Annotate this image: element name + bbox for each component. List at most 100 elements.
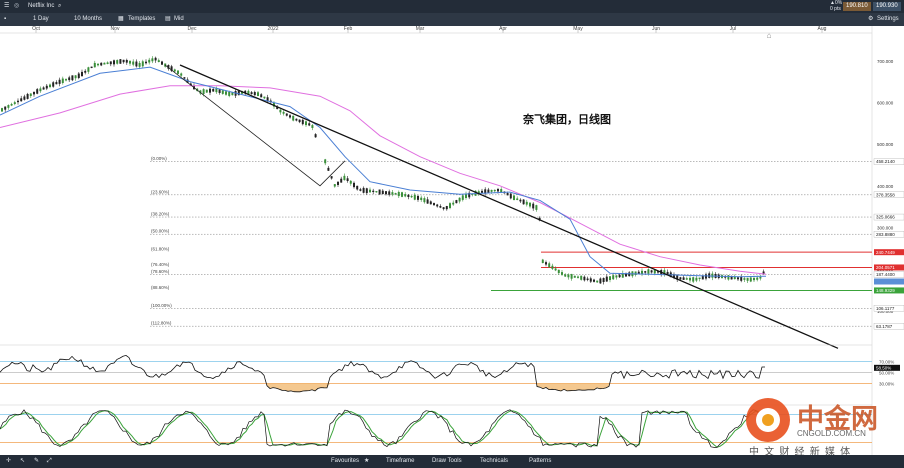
fib-level-percent: (112.80%) <box>151 321 172 326</box>
candle-body <box>743 278 746 280</box>
candle-body <box>7 105 10 108</box>
candle-body <box>109 61 112 65</box>
y-tick-label: 700.000 <box>877 59 894 64</box>
draw-tools-button[interactable]: Draw Tools <box>432 455 462 468</box>
timeframe-button[interactable]: Timeframe <box>386 455 414 468</box>
candle-body <box>77 73 80 79</box>
candle-body <box>13 102 16 105</box>
candle-body <box>87 67 90 72</box>
candle-body <box>97 63 99 66</box>
watermark-url: CNGOLD.COM.CN <box>797 429 866 438</box>
patterns-button[interactable]: Patterns <box>529 455 551 468</box>
fib-level-percent: (50.00%) <box>151 229 170 234</box>
fib-level-percent: (0.00%) <box>151 156 167 161</box>
candle-body <box>138 62 141 67</box>
candle-body <box>93 62 96 68</box>
candle-body <box>413 194 416 200</box>
candle-body <box>605 276 608 282</box>
candle-body <box>689 277 691 281</box>
candle-body <box>237 90 240 96</box>
fib-level-percent: (76.40%) <box>151 262 170 267</box>
candle-body <box>615 275 618 278</box>
candle-body <box>52 82 55 87</box>
candle-body <box>285 113 288 116</box>
crosshair-icon[interactable]: ✛ <box>6 455 11 468</box>
candle-body <box>305 121 307 126</box>
candle-body <box>407 194 410 197</box>
candle-body <box>429 201 432 205</box>
candle-body <box>532 203 535 209</box>
candle-body <box>570 273 573 279</box>
fib-price-label: 204.0571 <box>876 265 895 270</box>
x-tick-label: Feb <box>344 26 353 32</box>
x-tick-label: Mar <box>416 26 425 32</box>
candle-body <box>420 197 423 201</box>
fib-price-label: 240.7449 <box>876 250 895 255</box>
bottom-bar: ✛ ↖ ✎ ⤢ Favourites ★ Timeframe Draw Tool… <box>0 455 904 468</box>
candle-body <box>180 73 183 76</box>
candle-body <box>161 61 163 65</box>
candle-body <box>90 66 93 69</box>
candle-body <box>612 275 615 280</box>
candle-body <box>580 275 583 280</box>
candle-body <box>100 62 103 66</box>
technicals-button[interactable]: Technicals <box>480 455 508 468</box>
expand-icon[interactable]: ⤢ <box>47 455 52 468</box>
candle-body <box>365 188 368 194</box>
candle-body <box>292 115 295 121</box>
candle-body <box>333 184 336 187</box>
candle-body <box>71 75 74 81</box>
candle-body <box>36 89 39 94</box>
candle-body <box>375 191 378 193</box>
stoch-d-line <box>0 410 766 448</box>
x-tick-label: May <box>573 26 583 32</box>
star-icon[interactable]: ★ <box>364 455 369 468</box>
candle-body <box>378 189 381 195</box>
candle-body <box>295 118 298 121</box>
candle-body <box>746 277 749 281</box>
candle-body <box>554 268 557 271</box>
candle-body <box>487 189 490 193</box>
candle-body <box>442 207 445 210</box>
pencil-icon[interactable]: ✎ <box>34 455 39 468</box>
candle-body <box>148 59 151 63</box>
x-tick-label: Jun <box>652 26 660 32</box>
candle-body <box>225 91 227 95</box>
rsi-value-label: 58.50% <box>876 365 891 370</box>
candle-body <box>557 269 560 274</box>
candle-body <box>359 189 362 191</box>
candle-body <box>596 280 599 283</box>
fib-level-percent: (61.80%) <box>151 247 170 252</box>
candle-body <box>122 59 125 63</box>
y-tick-label: 400.000 <box>877 184 894 189</box>
candle-body <box>567 274 570 278</box>
candle-body <box>388 191 391 195</box>
candle-body <box>737 277 739 280</box>
candle-body <box>586 278 589 280</box>
candle-body <box>458 197 461 202</box>
fib-price-label: 63.1787 <box>876 324 893 329</box>
candle-body <box>141 61 144 67</box>
candle-body <box>401 192 403 197</box>
candle-body <box>381 190 384 195</box>
candle-body <box>65 79 67 81</box>
candle-body <box>183 77 186 79</box>
candle-body <box>455 200 458 204</box>
candle-body <box>29 93 32 97</box>
candle-body <box>372 190 375 193</box>
candle-body <box>74 75 77 79</box>
candle-body <box>452 202 455 205</box>
candle-body <box>209 88 211 93</box>
candle-body <box>541 259 544 264</box>
fib-price-label: 106.1177 <box>876 306 895 311</box>
candle-body <box>433 203 435 206</box>
candle-body <box>4 106 7 110</box>
candle-body <box>119 59 122 64</box>
cursor-icon[interactable]: ↖ <box>20 455 25 468</box>
candle-body <box>519 199 522 202</box>
candle-body <box>465 193 467 198</box>
favourites-button[interactable]: Favourites <box>331 455 359 468</box>
candle-body <box>436 204 439 207</box>
candle-body <box>525 201 528 205</box>
candle-body <box>218 89 221 93</box>
